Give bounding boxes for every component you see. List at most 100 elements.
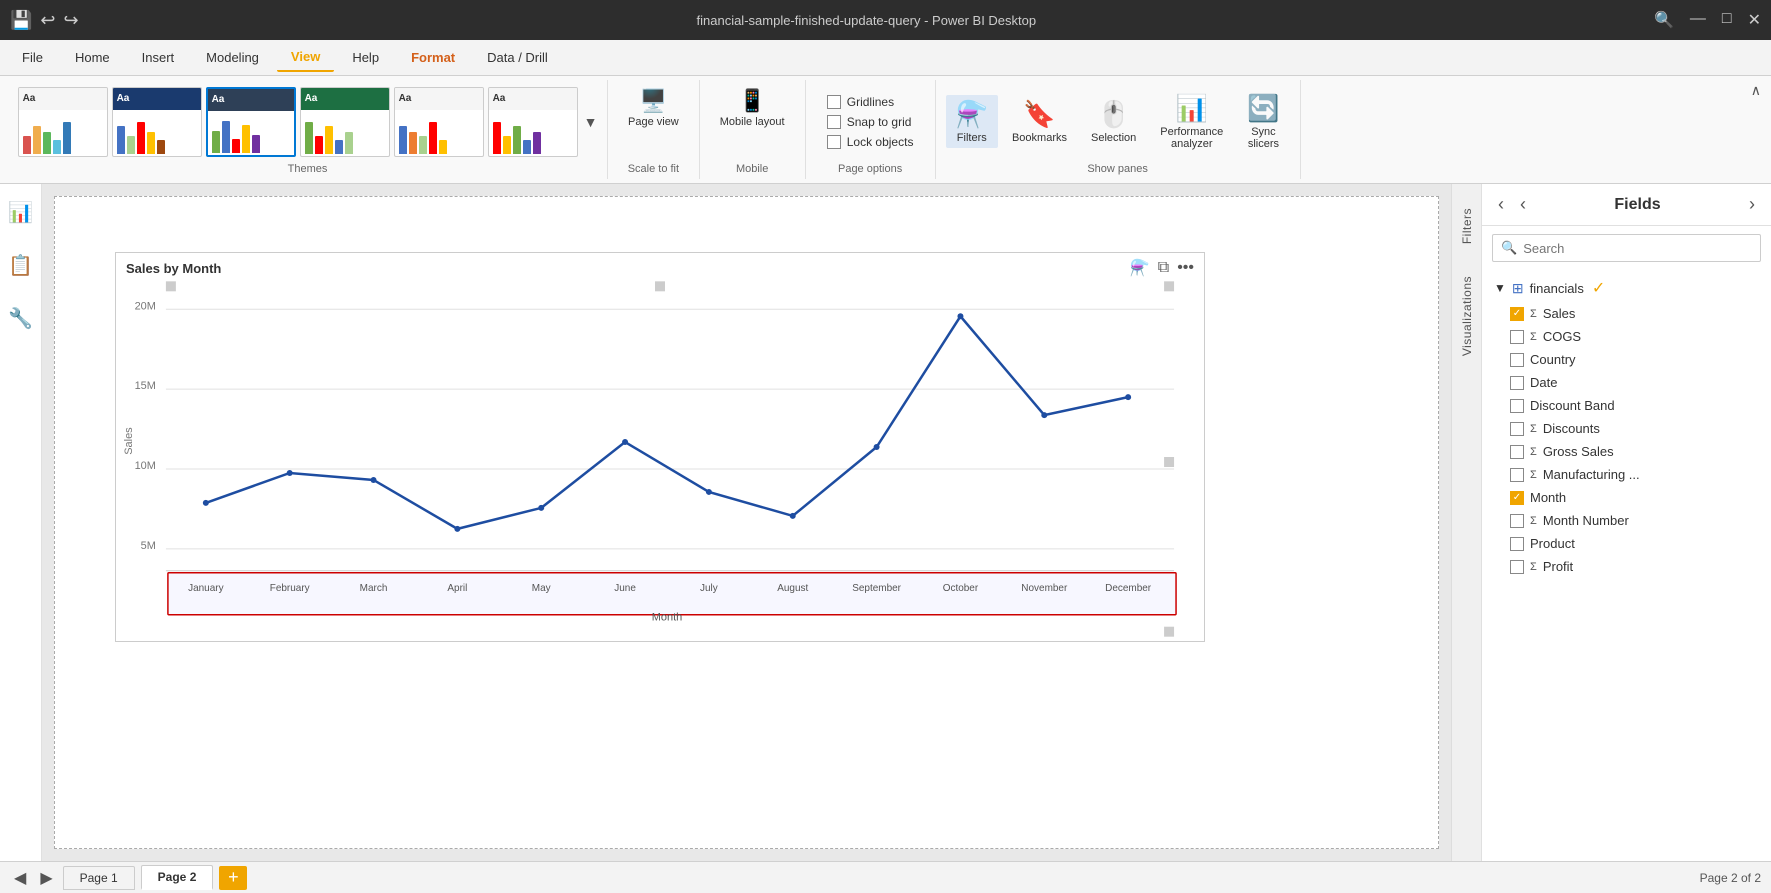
fields-item[interactable]: Product (1482, 532, 1771, 555)
performance-analyzer-button[interactable]: 📊 Performance analyzer (1150, 89, 1233, 154)
selection-button[interactable]: 🖱️ Selection (1081, 95, 1146, 148)
sum-icon: Σ (1530, 515, 1537, 527)
lock-objects-checkbox[interactable]: Lock objects (827, 135, 914, 149)
menu-data-drill[interactable]: Data / Drill (473, 44, 562, 71)
bar (325, 126, 333, 154)
ribbon-collapse-button[interactable]: ∧ (1745, 80, 1767, 101)
fields-item[interactable]: Country (1482, 348, 1771, 371)
fields-search-box[interactable]: 🔍 (1492, 234, 1761, 262)
field-checkbox[interactable] (1510, 468, 1524, 482)
filters-side-tab[interactable]: Filters (1458, 200, 1476, 252)
fields-search-input[interactable] (1523, 241, 1752, 256)
field-checkbox[interactable]: ✓ (1510, 491, 1524, 505)
chart-filter-icon[interactable]: ⚗️ (1130, 258, 1150, 278)
panel-left-arrow[interactable]: ‹ (1494, 192, 1508, 217)
panel-header: ‹ ‹ Fields › (1482, 184, 1771, 226)
fields-item[interactable]: ΣGross Sales (1482, 440, 1771, 463)
fields-item[interactable]: ΣMonth Number (1482, 509, 1771, 532)
gridlines-checkbox-box[interactable] (827, 95, 841, 109)
add-page-button[interactable]: + (219, 866, 247, 890)
fields-item[interactable]: Σ COGS (1482, 325, 1771, 348)
menu-home[interactable]: Home (61, 44, 124, 71)
field-label: COGS (1543, 329, 1581, 344)
maximize-button[interactable]: □ (1722, 10, 1732, 30)
field-checkbox[interactable] (1510, 422, 1524, 436)
theme-bars-2 (113, 110, 201, 156)
page-tab-1[interactable]: Page 1 (63, 866, 135, 890)
field-checkbox[interactable] (1510, 376, 1524, 390)
fields-item[interactable]: ΣProfit (1482, 555, 1771, 578)
field-label: Product (1530, 536, 1575, 551)
menu-format[interactable]: Format (397, 44, 469, 71)
menu-help[interactable]: Help (338, 44, 393, 71)
window-controls: 🔍 — □ ✕ (1654, 10, 1761, 30)
field-checkbox[interactable]: ✓ (1510, 307, 1524, 321)
theme-card-5[interactable]: Aa (394, 87, 484, 157)
bar (315, 136, 323, 154)
report-view-icon[interactable]: 📊 (2, 194, 39, 231)
bar (127, 136, 135, 154)
themes-dropdown-arrow[interactable]: ▼ (584, 114, 598, 130)
bookmarks-label: Bookmarks (1012, 132, 1067, 144)
close-button[interactable]: ✕ (1748, 10, 1761, 30)
snap-checkbox-box[interactable] (827, 115, 841, 129)
fields-item[interactable]: ΣDiscounts (1482, 417, 1771, 440)
show-panes-content: ⚗️ Filters 🔖 Bookmarks 🖱️ Selection 📊 Pe… (946, 84, 1290, 159)
search-icon[interactable]: 🔍 (1654, 10, 1674, 30)
bar (63, 122, 71, 154)
undo-icon[interactable]: ↩ (40, 10, 55, 31)
table-check-icon: ✓ (1592, 278, 1605, 298)
theme-card-2[interactable]: Aa (112, 87, 202, 157)
fields-item[interactable]: Discount Band (1482, 394, 1771, 417)
page-tab-2[interactable]: Page 2 (141, 865, 214, 890)
gridlines-checkbox[interactable]: Gridlines (827, 95, 914, 109)
fields-item[interactable]: ✓Month (1482, 486, 1771, 509)
menu-modeling[interactable]: Modeling (192, 44, 273, 71)
redo-icon[interactable]: ↪ (64, 10, 79, 31)
fields-item[interactable]: ΣManufacturing ... (1482, 463, 1771, 486)
menu-view[interactable]: View (277, 43, 334, 72)
sync-slicers-button[interactable]: 🔄 Sync slicers (1237, 89, 1289, 154)
next-page-arrow[interactable]: ▶ (36, 866, 56, 890)
snap-to-grid-checkbox[interactable]: Snap to grid (827, 115, 914, 129)
bar (439, 140, 447, 154)
field-checkbox[interactable] (1510, 537, 1524, 551)
lock-checkbox-box[interactable] (827, 135, 841, 149)
field-checkbox[interactable] (1510, 353, 1524, 367)
sync-slicers-label: Sync slicers (1248, 126, 1279, 150)
mobile-layout-button[interactable]: 📱 Mobile layout (710, 84, 795, 132)
minimize-button[interactable]: — (1690, 10, 1706, 30)
field-checkbox[interactable] (1510, 330, 1524, 344)
filters-button[interactable]: ⚗️ Filters (946, 95, 998, 148)
chart-focus-icon[interactable]: ⧉ (1158, 259, 1169, 277)
bookmarks-button[interactable]: 🔖 Bookmarks (1002, 95, 1077, 148)
field-checkbox[interactable] (1510, 445, 1524, 459)
save-icon[interactable]: 💾 (10, 10, 32, 31)
menu-file[interactable]: File (8, 44, 57, 71)
theme-card-4[interactable]: Aa (300, 87, 390, 157)
fields-item[interactable]: Date (1482, 371, 1771, 394)
visualizations-side-tab[interactable]: Visualizations (1458, 268, 1476, 364)
fields-item[interactable]: ✓ΣSales (1482, 302, 1771, 325)
prev-page-arrow[interactable]: ◀ (10, 866, 30, 890)
theme-card-1[interactable]: Aa (18, 87, 108, 157)
panel-left-arrow2[interactable]: ‹ (1516, 192, 1530, 217)
bar (117, 126, 125, 154)
panel-right-arrow[interactable]: › (1745, 192, 1759, 217)
themes-section: Aa Aa Aa (8, 80, 608, 179)
fields-table-header[interactable]: ▼ ⊞ financials ✓ (1482, 274, 1771, 302)
theme-card-6[interactable]: Aa (488, 87, 578, 157)
panel-title: Fields (1614, 196, 1660, 214)
theme-card-3[interactable]: Aa (206, 87, 296, 157)
chart-more-icon[interactable]: ••• (1177, 259, 1194, 277)
model-view-icon[interactable]: 🔧 (2, 300, 39, 337)
sum-icon: Σ (1530, 331, 1537, 343)
menu-insert[interactable]: Insert (128, 44, 189, 71)
field-checkbox[interactable] (1510, 514, 1524, 528)
sum-icon: Σ (1530, 423, 1537, 435)
page-view-button[interactable]: 🖥️ Page view (618, 84, 689, 132)
field-checkbox[interactable] (1510, 399, 1524, 413)
data-view-icon[interactable]: 📋 (2, 247, 39, 284)
field-checkbox[interactable] (1510, 560, 1524, 574)
chart-container[interactable]: Sales by Month ⚗️ ⧉ ••• 20M 15M 10M 5M S… (115, 252, 1205, 642)
